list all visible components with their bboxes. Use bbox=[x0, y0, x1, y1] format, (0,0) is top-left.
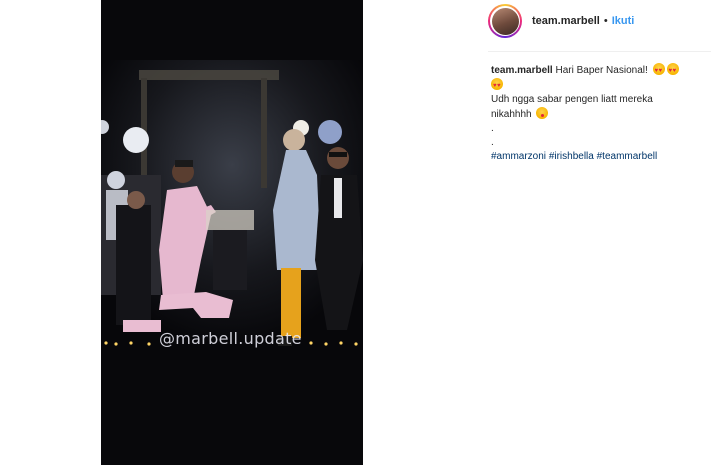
caption-text: Hari Baper Nasional! bbox=[555, 65, 648, 76]
yum-emoji-icon bbox=[536, 107, 549, 119]
hashtag-link[interactable]: #irishbella bbox=[549, 151, 594, 162]
heart-eyes-emoji-icon bbox=[666, 63, 679, 78]
caption-line-3: Udh ngga sabar pengen liatt mereka bbox=[491, 94, 653, 105]
caption-dot-2: . bbox=[491, 137, 494, 148]
caption-line-1: team.marbell Hari Baper Nasional! bbox=[491, 63, 709, 78]
hashtag-link[interactable]: #teammarbell bbox=[597, 151, 658, 162]
caption-username[interactable]: team.marbell bbox=[491, 65, 553, 76]
hashtag-link[interactable]: #ammarzoni bbox=[491, 151, 546, 162]
post-header: team.marbell • Ikuti bbox=[488, 2, 711, 40]
header-divider bbox=[488, 51, 711, 52]
video-frame bbox=[101, 0, 363, 465]
follow-button[interactable]: Ikuti bbox=[612, 15, 635, 27]
heart-eyes-emoji-icon bbox=[491, 78, 503, 93]
post-caption: team.marbell Hari Baper Nasional! Udh ng… bbox=[491, 63, 709, 164]
video-watermark: @marbell.update bbox=[159, 329, 302, 348]
caption-text-nikah: nikahhhh bbox=[491, 109, 532, 120]
caption-hashtags: #ammarzoni #irishbella #teammarbell bbox=[491, 150, 709, 164]
caption-line-2 bbox=[491, 78, 709, 93]
separator-dot: • bbox=[603, 15, 608, 27]
avatar-image bbox=[491, 7, 519, 35]
avatar[interactable] bbox=[488, 4, 522, 38]
avatar-ring bbox=[490, 6, 520, 36]
caption-dot-1: . bbox=[491, 123, 494, 134]
post-media[interactable]: @marbell.update bbox=[101, 0, 363, 465]
heart-eyes-emoji-icon bbox=[652, 63, 665, 78]
username-link[interactable]: team.marbell bbox=[532, 15, 600, 27]
caption-line-4: nikahhhh bbox=[491, 107, 709, 122]
